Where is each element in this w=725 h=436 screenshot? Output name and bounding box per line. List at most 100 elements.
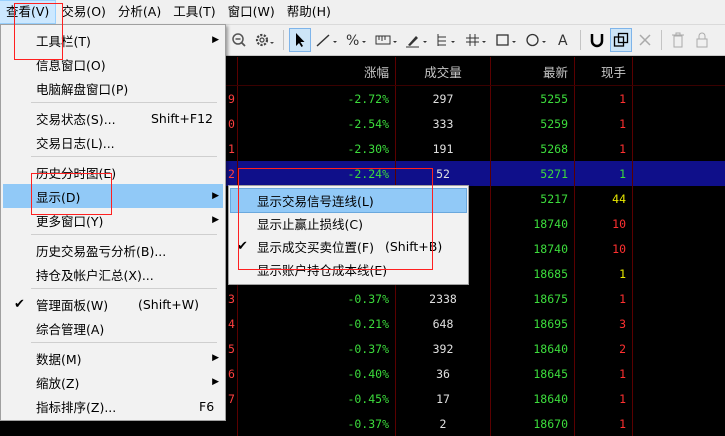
menu-window[interactable]: 窗口(W)	[222, 1, 281, 23]
menu-item[interactable]: ✔ 管理面板(W) (Shift+W)	[3, 292, 223, 316]
cell-volume: 36	[396, 361, 491, 386]
header-last-price[interactable]: 最新	[491, 57, 575, 85]
trash-icon[interactable]	[667, 28, 689, 52]
ellipse-icon[interactable]	[523, 28, 551, 52]
line-icon[interactable]	[313, 28, 341, 52]
zoom-out-icon[interactable]	[228, 28, 250, 52]
menu-item-label: 综合管理(A)	[36, 321, 105, 337]
cell-change-pct: -2.54%	[238, 111, 396, 136]
submenu-arrow-icon: ▶	[212, 35, 219, 45]
cell-spacer	[633, 186, 663, 211]
cell-volume: 52	[396, 161, 491, 186]
submenu-item[interactable]: 显示止赢止损线(C)	[231, 212, 466, 235]
menu-item[interactable]: 数据(M) ▶	[3, 346, 223, 370]
cell-last-price: 5255	[491, 86, 575, 111]
submenu-arrow-icon: ▶	[212, 215, 219, 225]
pen-icon[interactable]	[403, 28, 431, 52]
grid-icon[interactable]	[463, 28, 491, 52]
header-change-pct[interactable]: 涨幅	[238, 57, 396, 85]
cell-spacer	[633, 361, 663, 386]
menu-bar: 查看(V) 交易(O) 分析(A) 工具(T) 窗口(W) 帮助(H)	[0, 0, 725, 25]
menu-analysis[interactable]: 分析(A)	[112, 1, 167, 23]
menu-view[interactable]: 查看(V)	[0, 0, 57, 24]
cell-current-hand: 1	[575, 86, 633, 111]
menu-item[interactable]: 综合管理(A)	[3, 316, 223, 340]
magnet-icon[interactable]	[586, 28, 608, 52]
row-code-fragment: 7	[226, 386, 238, 411]
cell-change-pct: -0.21%	[238, 311, 396, 336]
menu-item[interactable]: 指标排序(Z)... F6	[3, 394, 223, 418]
submenu-arrow-icon: ▶	[212, 191, 219, 201]
menu-item[interactable]: 显示(D) ▶	[3, 184, 223, 208]
toolbar-separator	[580, 30, 581, 50]
cell-last-price: 5271	[491, 161, 575, 186]
menu-item-label: 缩放(Z)	[36, 375, 80, 391]
menu-item-label: 管理面板(W)	[36, 297, 109, 313]
menu-trade[interactable]: 交易(O)	[55, 1, 112, 23]
table-row[interactable]: 1 -2.30% 191 5268 1	[226, 136, 725, 161]
checkmark-icon: ✔	[237, 239, 248, 254]
menu-item-label: 更多窗口(Y)	[36, 213, 104, 229]
menu-item[interactable]: 交易状态(S)... Shift+F12	[3, 106, 223, 130]
menu-item[interactable]: 缩放(Z) ▶	[3, 370, 223, 394]
checkmark-icon: ✔	[14, 296, 25, 312]
table-row[interactable]: -0.37% 2 18670 1	[226, 411, 725, 436]
row-code-fragment: 5	[226, 336, 238, 361]
lock-icon[interactable]	[691, 28, 713, 52]
cell-volume: 648	[396, 311, 491, 336]
menu-item[interactable]: 信息窗口(O)	[3, 52, 223, 76]
display-submenu: 显示交易信号连线(L) 显示止赢止损线(C) ✔ 显示成交买卖位置(F) (Shift+…	[228, 185, 469, 285]
table-row[interactable]: 4 -0.21% 648 18695 3	[226, 311, 725, 336]
menu-item[interactable]: 持仓及帐户汇总(X)...	[3, 262, 223, 286]
menu-separator	[31, 156, 217, 157]
table-row[interactable]: 7 -0.45% 17 18640 1	[226, 386, 725, 411]
table-row[interactable]: 6 -0.40% 36 18645 1	[226, 361, 725, 386]
submenu-item-label: 显示成交买卖位置(F)	[257, 240, 374, 255]
header-volume[interactable]: 成交量	[396, 57, 491, 85]
view-menu-dropdown: 工具栏(T) ▶ 信息窗口(O) 电脑解盘窗口(P) 交易状态(S)... Shift+F…	[0, 24, 226, 421]
table-row[interactable]: 3 -0.37% 2338 18675 1	[226, 286, 725, 311]
ruler-icon[interactable]	[373, 28, 401, 52]
toolbar-separator	[661, 30, 662, 50]
menu-item-label: 持仓及帐户汇总(X)...	[36, 267, 154, 283]
menu-item[interactable]: 工具栏(T) ▶	[3, 28, 223, 52]
menu-item[interactable]: 电脑解盘窗口(P)	[3, 76, 223, 100]
settings-icon[interactable]	[252, 28, 278, 52]
submenu-item[interactable]: 显示账户持仓成本线(E)	[231, 258, 466, 281]
cell-spacer	[633, 286, 663, 311]
cell-current-hand: 1	[575, 136, 633, 161]
table-row[interactable]: 5 -0.37% 392 18640 2	[226, 336, 725, 361]
drawing-toolbar: % A	[226, 25, 725, 56]
table-row[interactable]: 0 -2.54% 333 5259 1	[226, 111, 725, 136]
cursor-icon[interactable]	[289, 28, 311, 52]
vertical-lines-icon[interactable]	[433, 28, 461, 52]
cell-last-price: 18640	[491, 386, 575, 411]
cell-change-pct: -0.37%	[238, 336, 396, 361]
table-row[interactable]: 9 -2.72% 297 5255 1	[226, 86, 725, 111]
cell-spacer	[633, 111, 663, 136]
percent-icon[interactable]: %	[343, 28, 371, 52]
menu-tools[interactable]: 工具(T)	[167, 1, 221, 23]
menu-item-shortcut: F6	[199, 398, 215, 414]
menu-item[interactable]: 更多窗口(Y) ▶	[3, 208, 223, 232]
menu-item[interactable]: 历史交易盈亏分析(B)...	[3, 238, 223, 262]
row-code-fragment	[226, 411, 238, 436]
menu-item[interactable]: 历史分时图(E)	[3, 160, 223, 184]
cell-current-hand: 1	[575, 261, 633, 286]
text-icon[interactable]: A	[553, 28, 575, 52]
cell-change-pct: -0.45%	[238, 386, 396, 411]
cell-current-hand: 1	[575, 361, 633, 386]
rectangle-icon[interactable]	[493, 28, 521, 52]
table-row[interactable]: 2 -2.24% 52 5271 1	[226, 161, 725, 186]
duplicate-icon[interactable]	[610, 28, 632, 52]
submenu-item[interactable]: 显示交易信号连线(L)	[230, 188, 467, 213]
delete-icon[interactable]	[634, 28, 656, 52]
submenu-item[interactable]: ✔ 显示成交买卖位置(F) (Shift+B)	[231, 235, 466, 258]
header-current-hand[interactable]: 现手	[575, 57, 633, 85]
row-code-fragment: 1	[226, 136, 238, 161]
menu-item-shortcut: Shift+F12	[151, 110, 213, 126]
menu-item[interactable]: 交易日志(L)...	[3, 130, 223, 154]
cell-current-hand: 1	[575, 111, 633, 136]
menu-help[interactable]: 帮助(H)	[281, 1, 337, 23]
cell-spacer	[633, 86, 663, 111]
